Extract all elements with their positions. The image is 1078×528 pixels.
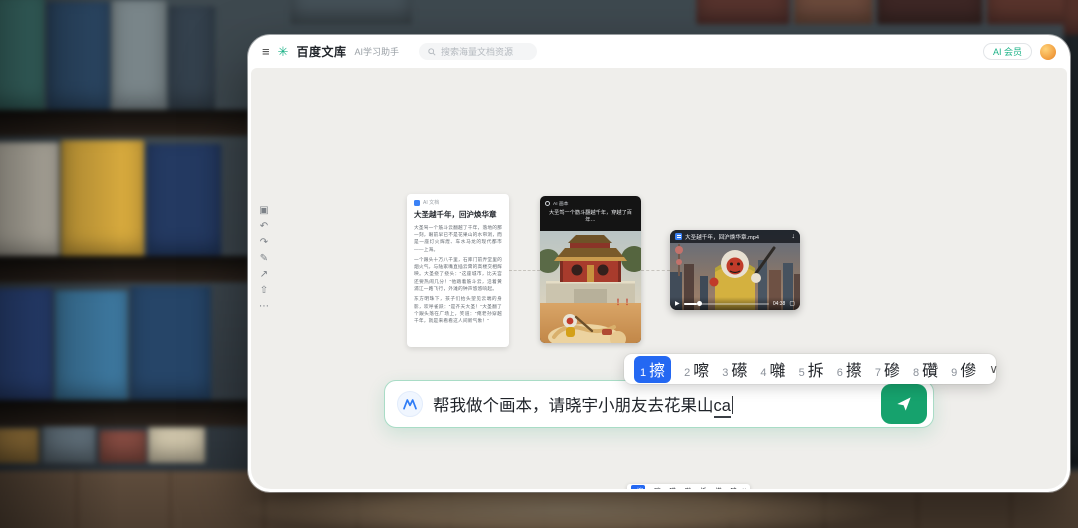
video-progress-bar[interactable] [684, 303, 769, 305]
ime-candidate-bar-mini: 1擦 2嚓 3礤 4囃 5拆 6攃 7磣 ∨ [627, 484, 750, 489]
ai-doc-icon [414, 200, 420, 206]
app-title: 百度文库 [297, 43, 347, 60]
connector-line [641, 270, 670, 271]
ime-candidate-selected[interactable]: 1擦 [634, 356, 671, 383]
book-cover [877, 0, 983, 24]
prompt-input[interactable]: 帮我做个画本，请晓宇小朋友去花果山ca [384, 380, 934, 428]
doc-tag: AI 文档 [414, 199, 502, 206]
ime-candidate[interactable]: 8礸 [913, 357, 938, 381]
paper-plane-icon [894, 394, 914, 414]
document-card[interactable]: AI 文档 大圣越千年，回沪焕华章 大圣驾一个筋斗云翻越了千年，落地的那一刻，眼… [407, 194, 509, 347]
shelf-board [0, 256, 250, 282]
video-filename: 大圣越千年，回沪焕华章.mp4 [685, 233, 789, 241]
monkey-cloud-illustration [540, 303, 641, 343]
undo-icon[interactable]: ↶ [257, 222, 271, 232]
doc-paragraph: 一个跟头十万八千里，石库门前弄堂里的烟火气，与陆家嘴直插云霄的高楼交相辉映。大圣… [414, 256, 502, 292]
app-window: ≡ ✳ 百度文库 AI学习助手 搜索海量文档资源 AI 会员 ▣ ↶ ↷ ✎ ↗… [248, 35, 1070, 492]
ime-candidate-selected[interactable]: 1擦 [631, 485, 645, 489]
upload-icon[interactable]: ⇧ [257, 286, 271, 296]
ime-candidate-bar: 1擦 2嚓 3礤 4囃 5拆 6攃 7磣 8礸 9傪 ∨ [624, 354, 996, 384]
search-placeholder: 搜索海量文档资源 [441, 45, 513, 58]
avatar[interactable] [1040, 44, 1056, 60]
book-cover [696, 0, 789, 24]
book-cover [146, 144, 221, 256]
ai-assistant-logo-icon [397, 391, 423, 417]
send-button[interactable] [881, 384, 927, 424]
search-icon [428, 48, 436, 56]
book-cover [0, 288, 53, 400]
canvas[interactable]: ▣ ↶ ↷ ✎ ↗ ⇧ ⋯ AI 文档 大圣越千年，回沪焕华章 大圣驾一个筋斗云… [251, 68, 1067, 489]
video-time: 04:38 [773, 301, 786, 307]
ime-candidate[interactable]: 3礤 [722, 357, 747, 381]
book-cover [0, 428, 39, 463]
doc-title: 大圣越千年，回沪焕华章 [414, 210, 502, 220]
prompt-text: 帮我做个画本，请晓宇小朋友去花果山ca [433, 392, 733, 416]
connector-line [509, 270, 540, 271]
chevron-down-icon[interactable]: ∨ [742, 487, 746, 490]
doc-paragraph: 大圣驾一个筋斗云翻越了千年，落地的那一刻，眼前早已不是花果山的水帘洞，而是一座灯… [414, 224, 502, 253]
chevron-down-icon[interactable]: ∨ [989, 362, 998, 376]
temple-illustration [540, 231, 641, 303]
ime-candidate[interactable]: 2嚓 [650, 485, 660, 489]
book-cover [1064, 0, 1078, 35]
ime-candidate[interactable]: 4囃 [760, 357, 785, 381]
video-file-icon [675, 233, 682, 240]
export-icon[interactable]: ↗ [257, 270, 271, 280]
shelf-board [0, 110, 250, 136]
ime-candidate[interactable]: 7磣 [727, 485, 737, 489]
left-tool-rail: ▣ ↶ ↷ ✎ ↗ ⇧ ⋯ [257, 206, 271, 312]
book-cover [130, 286, 211, 400]
exclamation-annotation: ！！ [616, 297, 634, 308]
storyboard-header: AI 画本 大圣驾一个筋斗翻越千年，穿越了百年… [540, 196, 641, 231]
ai-storyboard-icon [545, 201, 550, 206]
fullscreen-icon[interactable]: ▢ [789, 301, 795, 307]
book-cover [55, 290, 128, 400]
text-caret [732, 396, 734, 414]
video-controls: ▶ 04:38 ▢ [670, 297, 800, 310]
ime-candidate[interactable]: 3礤 [666, 485, 676, 489]
ime-candidate[interactable]: 9傪 [951, 357, 976, 381]
storyboard-card[interactable]: AI 画本 大圣驾一个筋斗翻越千年，穿越了百年… [540, 196, 641, 343]
more-tools-icon[interactable]: ⋯ [257, 302, 271, 312]
menu-icon[interactable]: ≡ [262, 45, 270, 58]
download-icon[interactable]: ↓ [792, 233, 796, 240]
book-cover [43, 426, 96, 463]
ime-candidate[interactable]: 4囃 [681, 485, 691, 489]
book-cover [61, 140, 144, 256]
pen-tool-icon[interactable]: ✎ [257, 254, 271, 264]
ime-candidate[interactable]: 7磣 [875, 357, 900, 381]
search-input[interactable]: 搜索海量文档资源 [419, 43, 537, 60]
storyboard-caption: 大圣驾一个筋斗翻越千年，穿越了百年… [547, 210, 634, 225]
book-cover [0, 0, 45, 110]
book-cover [148, 427, 205, 463]
video-title-bar: 大圣越千年，回沪焕华章.mp4 ↓ [670, 230, 800, 243]
ime-candidate[interactable]: 5拆 [696, 485, 706, 489]
ime-composition: ca [714, 397, 731, 418]
storyboard-tag-label: AI 画本 [553, 200, 568, 207]
app-subtitle: AI学习助手 [355, 45, 400, 58]
ime-candidate[interactable]: 2嚓 [684, 357, 709, 381]
redo-icon[interactable]: ↷ [257, 238, 271, 248]
ime-candidate[interactable]: 6攃 [711, 485, 721, 489]
book-cover [0, 142, 59, 256]
play-icon[interactable]: ▶ [675, 301, 680, 307]
screen: ≡ ✳ 百度文库 AI学习助手 搜索海量文档资源 AI 会员 ▣ ↶ ↷ ✎ ↗… [0, 0, 1078, 528]
book-cover [112, 0, 167, 110]
frame-tool-icon[interactable]: ▣ [257, 206, 271, 216]
app-logo-icon: ✳ [278, 45, 289, 58]
doc-paragraph: 东方明珠下，孩子们抬头望见云端的身影，欢呼雀跃：“是齐天大圣！”大圣翻了个跟头落… [414, 295, 502, 324]
titlebar-right: AI 会员 [983, 43, 1056, 60]
shelf-board [0, 400, 250, 426]
book-cover [290, 0, 412, 24]
video-card[interactable]: 大圣越千年，回沪焕华章.mp4 ↓ ▶ 04:38 ▢ [670, 230, 800, 310]
ime-candidate[interactable]: 6攃 [837, 357, 862, 381]
titlebar: ≡ ✳ 百度文库 AI学习助手 搜索海量文档资源 AI 会员 [248, 35, 1070, 68]
book-cover [169, 6, 216, 110]
ai-member-button[interactable]: AI 会员 [983, 43, 1032, 60]
ime-candidate[interactable]: 5拆 [799, 357, 824, 381]
doc-tag-label: AI 文档 [423, 199, 439, 206]
book-cover [100, 430, 147, 462]
book-cover [47, 2, 110, 110]
book-cover [794, 0, 873, 24]
